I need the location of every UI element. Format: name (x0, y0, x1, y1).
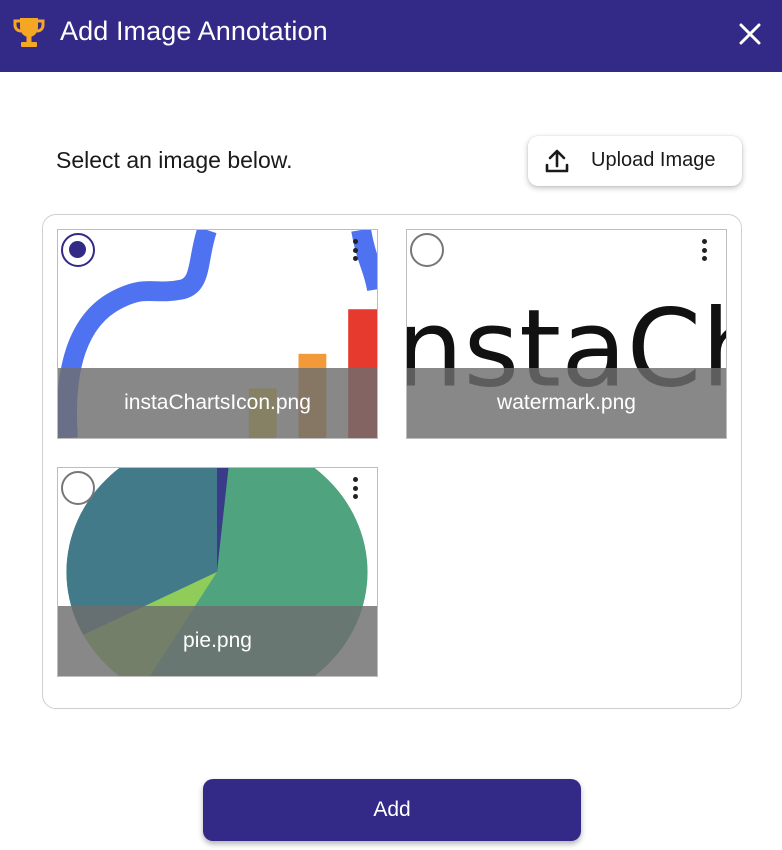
dialog-title: Add Image Annotation (60, 16, 328, 46)
close-icon (739, 23, 761, 45)
image-card-pie[interactable]: pie.png (57, 467, 378, 677)
image-filename: watermark.png (497, 391, 636, 414)
image-select-radio[interactable] (61, 233, 95, 267)
select-image-prompt: Select an image below. (56, 147, 293, 173)
image-select-radio[interactable] (410, 233, 444, 267)
add-button[interactable]: Add (203, 779, 581, 841)
trophy-icon (13, 18, 45, 47)
image-filename: instaChartsIcon.png (124, 391, 311, 414)
upload-image-label: Upload Image (591, 149, 716, 171)
image-gallery: instaChartsIcon.png nstaCh watermark.png (42, 214, 742, 709)
more-vert-icon[interactable] (347, 236, 363, 264)
image-select-radio[interactable] (61, 471, 95, 505)
image-filename: pie.png (183, 629, 252, 652)
image-card-watermark[interactable]: nstaCh watermark.png (406, 229, 727, 439)
upload-icon (545, 149, 569, 173)
dialog-header: Add Image Annotation (0, 0, 782, 72)
more-vert-icon[interactable] (696, 236, 712, 264)
add-button-label: Add (373, 798, 411, 821)
image-card-instacharts-icon[interactable]: instaChartsIcon.png (57, 229, 378, 439)
close-button[interactable] (730, 14, 770, 54)
image-caption: instaChartsIcon.png (58, 368, 377, 438)
image-caption: watermark.png (407, 368, 726, 438)
more-vert-icon[interactable] (347, 474, 363, 502)
image-caption: pie.png (58, 606, 377, 676)
upload-image-button[interactable]: Upload Image (528, 136, 742, 186)
